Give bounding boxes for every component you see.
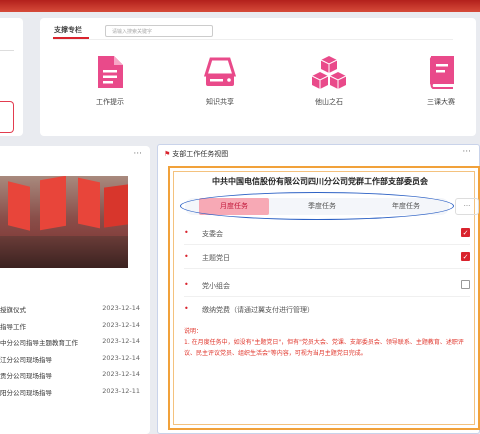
news-item[interactable]: 授旗仪式 2023-12-14: [0, 304, 144, 321]
cubes-icon: [311, 56, 347, 89]
search-input[interactable]: 请输入搜索关键字: [105, 25, 213, 37]
news-carousel-image[interactable]: [0, 176, 128, 268]
note-text: 1. 在月度任务中，如没有"主题党日"，但有"党员大会、党课、支部委员会、领导联…: [184, 339, 464, 357]
top-banner: [0, 0, 480, 12]
red-flag: [104, 184, 128, 228]
org-name: 中共中国电信股份有限公司四川分公司党群工作部支部委员会: [212, 177, 428, 186]
highlighted-entry-box[interactable]: [0, 101, 14, 133]
highlight-annotation: [180, 192, 454, 220]
tool-knowledge-share[interactable]: 知识共享: [185, 55, 255, 107]
tool-label: 知识共享: [206, 98, 234, 106]
task-item: • 支委会 ✓: [184, 228, 470, 238]
task-item: • 党小组会: [184, 280, 470, 292]
task-checkbox[interactable]: [461, 280, 470, 289]
document-icon: [98, 56, 123, 88]
tool-work-tips[interactable]: 工作提示: [75, 55, 145, 107]
book-icon: [429, 56, 454, 89]
task-item: • 缴纳党费（请通过翼支付进行管理）: [184, 304, 314, 314]
left-panel-partial: [0, 18, 23, 136]
task-item: • 主题党日 ✓: [184, 252, 470, 262]
tool-label: 他山之石: [315, 98, 343, 106]
tab-support-column[interactable]: 支撑专栏: [54, 25, 82, 35]
task-view-title: ⚑ 支部工作任务视图: [164, 150, 229, 158]
task-checkbox[interactable]: ✓: [461, 252, 470, 261]
more-button[interactable]: ···: [133, 149, 142, 159]
divider: [0, 50, 14, 51]
news-item[interactable]: 阳分公司现场指导 2023-12-11: [0, 387, 144, 404]
news-item[interactable]: 江分公司现场指导 2023-12-14: [0, 354, 144, 371]
news-item[interactable]: 中分公司指导主题教育工作 2023-12-14: [0, 337, 144, 354]
tabs-more-button[interactable]: ···: [455, 198, 479, 215]
tool-other-stones[interactable]: 他山之石: [294, 55, 364, 107]
tab-divider: [53, 39, 453, 40]
news-item[interactable]: 贡分公司现场指导 2023-12-14: [0, 370, 144, 387]
bullet-icon: •: [184, 252, 189, 261]
task-note: 说明： 1. 在月度任务中，如没有"主题党日"，但有"党员大会、党课、支部委员会…: [184, 326, 472, 359]
news-card: ··· 授旗仪式 2023-12-14 指导工作 2023-12-14 中分公司指导…: [0, 146, 150, 434]
tool-label: 工作提示: [96, 98, 124, 106]
red-flag: [8, 181, 30, 231]
news-list: 授旗仪式 2023-12-14 指导工作 2023-12-14 中分公司指导主题教育…: [0, 304, 144, 403]
task-view-card: ⚑ 支部工作任务视图 ··· 中共中国电信股份有限公司四川分公司党群工作部支部委员…: [157, 144, 480, 434]
tool-three-lessons[interactable]: 三课大赛: [406, 55, 476, 107]
task-frame: 中共中国电信股份有限公司四川分公司党群工作部支部委员会 月度任务 季度任务 年度…: [168, 166, 480, 430]
task-checkbox[interactable]: ✓: [461, 228, 470, 237]
news-item[interactable]: 指导工作 2023-12-14: [0, 321, 144, 338]
divider: [184, 268, 470, 269]
bullet-icon: •: [184, 228, 189, 237]
red-flag: [40, 176, 66, 231]
drive-icon: [203, 57, 237, 86]
bullet-icon: •: [184, 304, 189, 313]
more-button[interactable]: ···: [462, 147, 471, 157]
red-flag: [78, 177, 100, 229]
tool-label: 三课大赛: [427, 98, 455, 106]
divider: [184, 244, 470, 245]
support-column-card: 支撑专栏 请输入搜索关键字 工作提示 知识共享 他山之石 三课大赛: [40, 18, 476, 136]
crowd: [0, 236, 128, 268]
flag-icon: ⚑: [164, 150, 171, 158]
divider: [184, 296, 470, 297]
note-title: 说明：: [184, 328, 203, 335]
bullet-icon: •: [184, 280, 189, 289]
